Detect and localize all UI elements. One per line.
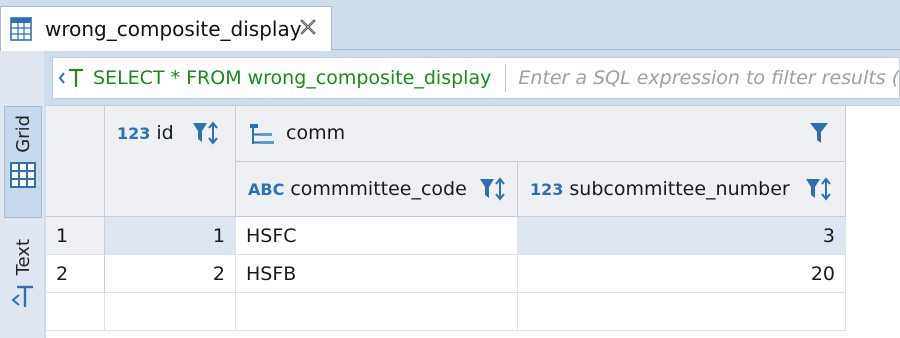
sql-query-icon[interactable] [57, 66, 89, 90]
empty-row-cell [518, 293, 846, 331]
empty-row-cell [46, 293, 105, 331]
table-cell-committee-code[interactable]: HSFB [236, 255, 518, 293]
close-icon[interactable] [297, 16, 319, 38]
column-header-id[interactable]: 123 id [105, 106, 236, 217]
view-mode-strip: Grid Text [0, 51, 44, 338]
text-view-label: Text [12, 239, 34, 276]
filter-sort-icon[interactable] [478, 176, 508, 204]
row-number[interactable]: 1 [46, 217, 105, 255]
column-label-subcommittee-number: subcommittee_number [569, 178, 790, 200]
filter-icon[interactable] [808, 120, 830, 146]
column-label-committee-code: commmittee_code [290, 178, 467, 200]
table-icon [10, 17, 32, 41]
sql-filter-bar: SELECT * FROM wrong_composite_display [52, 57, 900, 99]
numeric-type-badge: 123 [530, 180, 564, 199]
editor-tab-bar: wrong_composite_display [0, 0, 900, 51]
empty-row-cell [105, 293, 236, 331]
numeric-type-badge: 123 [117, 124, 151, 143]
results-grid: 123 id comm ABC commmittee_code 123 subc… [46, 105, 900, 338]
tab-wrong-composite-display[interactable]: wrong_composite_display [0, 6, 332, 51]
empty-row-cell [236, 293, 518, 331]
text-format-icon [11, 286, 33, 308]
table-cell-subcommittee-number[interactable]: 3 [518, 217, 846, 255]
grid-view-label: Grid [12, 115, 34, 153]
filter-separator [505, 64, 507, 92]
tab-title: wrong_composite_display [45, 17, 302, 41]
row-number[interactable]: 2 [46, 255, 105, 293]
grid-view-tab[interactable]: Grid [4, 106, 42, 218]
column-header-committee-code[interactable]: ABC commmittee_code [236, 162, 518, 217]
table-cell-id[interactable]: 2 [105, 255, 236, 293]
composite-type-icon [250, 124, 274, 144]
table-cell-committee-code[interactable]: HSFC [236, 217, 518, 255]
table-cell-id[interactable]: 1 [105, 217, 236, 255]
filter-expression-input[interactable] [518, 67, 899, 89]
column-group-label: comm [286, 122, 346, 144]
table-cell-subcommittee-number[interactable]: 20 [518, 255, 846, 293]
column-header-subcommittee-number[interactable]: 123 subcommittee_number [518, 162, 846, 217]
string-type-badge: ABC [248, 180, 285, 199]
column-label-id: id [156, 122, 174, 144]
grid-icon [10, 161, 36, 188]
grid-corner [46, 106, 105, 217]
filter-sort-icon[interactable] [191, 120, 221, 148]
filter-sort-icon[interactable] [804, 176, 834, 204]
current-query-text[interactable]: SELECT * FROM wrong_composite_display [93, 67, 491, 89]
column-group-header-comm[interactable]: comm [236, 106, 846, 162]
text-view-tab[interactable]: Text [4, 231, 42, 335]
